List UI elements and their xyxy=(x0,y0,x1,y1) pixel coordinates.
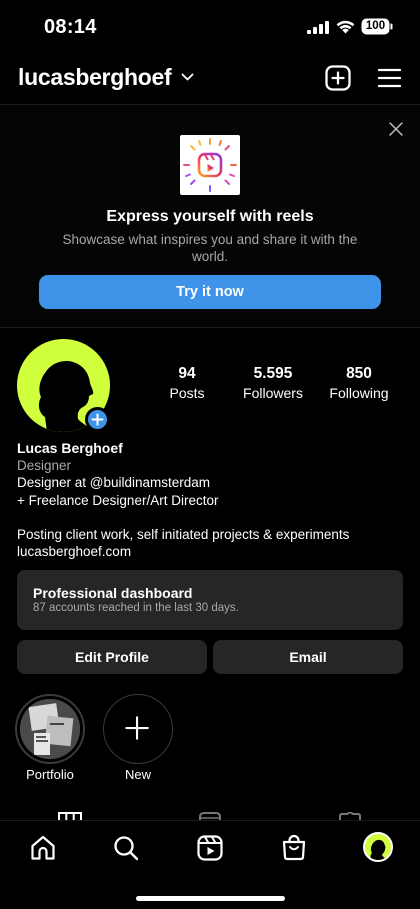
status-bar: 08:14 100 xyxy=(0,0,420,56)
reels-promo-card: Express yourself with reels Showcase wha… xyxy=(0,105,420,327)
promo-subtitle: Showcase what inspires you and share it … xyxy=(62,232,358,264)
stat-posts[interactable]: 94 Posts xyxy=(142,365,232,401)
dashboard-subtitle: 87 accounts reached in the last 30 days. xyxy=(33,602,239,614)
search-icon[interactable] xyxy=(112,834,140,862)
reels-icon[interactable] xyxy=(196,834,224,862)
create-post-icon[interactable] xyxy=(325,65,351,91)
add-story-button[interactable] xyxy=(85,407,110,432)
stat-followers[interactable]: 5.595 Followers xyxy=(228,365,318,401)
battery-icon: 100 xyxy=(361,18,393,35)
tagged-icon[interactable] xyxy=(338,812,362,820)
stat-label: Following xyxy=(329,385,389,401)
profile-header: lucasberghoef xyxy=(0,56,420,102)
grid-icon[interactable] xyxy=(58,812,82,820)
profile-category: Designer xyxy=(17,458,72,474)
account-username[interactable]: lucasberghoef xyxy=(18,64,172,91)
shop-icon[interactable] xyxy=(280,834,308,862)
chevron-down-icon[interactable] xyxy=(181,73,194,82)
stat-label: Followers xyxy=(243,385,303,401)
home-icon[interactable] xyxy=(29,834,57,862)
reels-tab-icon[interactable] xyxy=(198,812,222,820)
profile-tabs xyxy=(0,808,420,820)
hamburger-menu-icon[interactable] xyxy=(378,68,401,88)
stat-label: Posts xyxy=(169,385,205,401)
cellular-signal-icon xyxy=(307,21,329,34)
highlight-label: New xyxy=(124,767,151,782)
promo-divider xyxy=(0,327,420,328)
profile-avatar-icon[interactable] xyxy=(363,832,393,862)
bio-line: + Freelance Designer/Art Director xyxy=(17,492,219,508)
promo-title: Express yourself with reels xyxy=(106,208,314,225)
plus-icon xyxy=(125,716,149,740)
highlight-portfolio[interactable] xyxy=(15,694,85,764)
professional-dashboard[interactable]: Professional dashboard 87 accounts reach… xyxy=(17,570,403,630)
highlight-cover xyxy=(20,699,80,759)
reels-illustration xyxy=(180,135,240,195)
bottom-navigation xyxy=(0,820,420,909)
stat-following[interactable]: 850 Following xyxy=(314,365,404,401)
stat-value: 850 xyxy=(346,365,372,382)
battery-level: 100 xyxy=(365,20,386,32)
edit-profile-button[interactable]: Edit Profile xyxy=(17,640,207,674)
status-time: 08:14 xyxy=(44,16,97,38)
bio-line[interactable]: Designer at @buildinamsterdam xyxy=(17,474,407,491)
email-button[interactable]: Email xyxy=(213,640,403,674)
close-icon[interactable] xyxy=(388,121,404,137)
profile-bio: Lucas Berghoef Designer Designer at @bui… xyxy=(17,440,407,560)
stat-value: 5.595 xyxy=(253,365,293,382)
bio-line: Posting client work, self initiated proj… xyxy=(17,526,350,542)
highlight-new[interactable] xyxy=(103,694,173,764)
dashboard-title: Professional dashboard xyxy=(33,585,193,601)
profile-name: Lucas Berghoef xyxy=(17,440,123,456)
try-it-now-button[interactable]: Try it now xyxy=(39,275,381,309)
wifi-icon xyxy=(336,20,355,34)
plus-icon xyxy=(91,413,104,426)
stat-value: 94 xyxy=(178,365,196,382)
highlight-label: Portfolio xyxy=(26,767,74,782)
profile-link[interactable]: lucasberghoef.com xyxy=(17,543,407,560)
home-indicator xyxy=(136,896,285,901)
